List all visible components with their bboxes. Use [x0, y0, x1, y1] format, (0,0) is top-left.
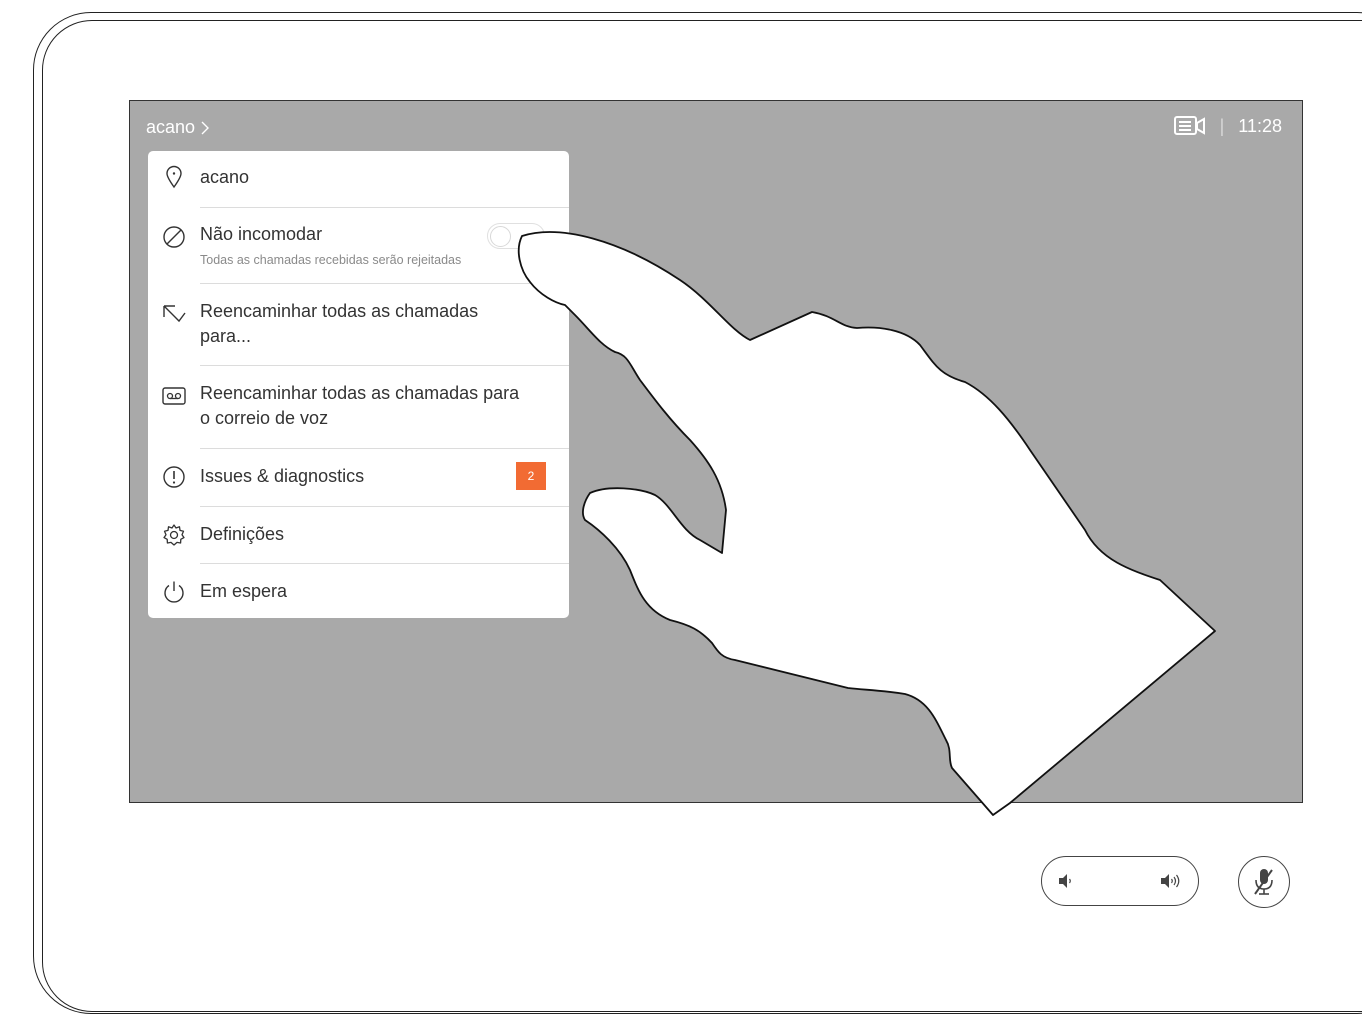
- volume-up-icon[interactable]: [1158, 871, 1184, 891]
- do-not-disturb-icon: [161, 224, 187, 250]
- separator: |: [1219, 115, 1225, 136]
- camera-list-icon[interactable]: [1173, 115, 1206, 137]
- device-name: acano: [146, 117, 196, 137]
- device-menu: acano Não incomodar Todas as chamadas re…: [148, 151, 569, 618]
- menu-item-sublabel: Todas as chamadas recebidas serão rejeit…: [200, 253, 462, 267]
- divider: [200, 448, 569, 449]
- touch-screen: acano | 11:28 acano Não incomodar Todas …: [129, 100, 1303, 803]
- menu-item-label: Não incomodar: [200, 224, 323, 244]
- volume-down-icon[interactable]: [1056, 871, 1076, 891]
- do-not-disturb-toggle[interactable]: [487, 223, 545, 249]
- divider: [200, 283, 569, 284]
- divider: [200, 506, 569, 507]
- chevron-right-icon: [201, 121, 210, 134]
- status-area: | 11:28: [1173, 115, 1282, 137]
- issues-count-badge: 2: [516, 462, 546, 490]
- voicemail-icon: [161, 383, 187, 409]
- divider: [200, 365, 569, 366]
- gear-icon: [161, 522, 187, 548]
- toggle-knob: [490, 226, 511, 247]
- menu-item-label-line1: Reencaminhar todas as chamadas para: [200, 383, 520, 403]
- menu-item-label: acano: [200, 167, 250, 187]
- menu-item-forward-voicemail[interactable]: Reencaminhar todas as chamadas para o co…: [148, 371, 569, 447]
- clock: 11:28: [1238, 115, 1282, 136]
- menu-item-standby[interactable]: Em espera: [148, 566, 569, 616]
- menu-item-label-line1: Reencaminhar todas as chamadas: [200, 301, 479, 321]
- volume-control[interactable]: [1041, 856, 1199, 906]
- divider: [200, 207, 569, 208]
- menu-item-settings[interactable]: Definições: [148, 509, 569, 561]
- alert-circle-icon: [161, 464, 187, 490]
- divider: [200, 563, 569, 564]
- menu-item-forward-calls[interactable]: Reencaminhar todas as chamadas para...: [148, 289, 569, 365]
- menu-item-location[interactable]: acano: [148, 161, 569, 207]
- menu-item-label: Issues & diagnostics: [200, 466, 365, 486]
- menu-item-label-line2: o correio de voz: [200, 408, 329, 428]
- microphone-muted-icon: [1254, 869, 1273, 895]
- power-icon: [161, 579, 187, 605]
- location-pin-icon: [161, 164, 187, 190]
- menu-item-label: Definições: [200, 524, 285, 544]
- device-name-button[interactable]: acano: [146, 117, 211, 138]
- forward-arrow-icon: [161, 301, 187, 327]
- menu-item-issues[interactable]: Issues & diagnostics: [148, 451, 569, 503]
- menu-item-label-line2: para...: [200, 326, 252, 346]
- menu-item-label: Em espera: [200, 581, 288, 601]
- mute-microphone-button[interactable]: [1238, 856, 1290, 908]
